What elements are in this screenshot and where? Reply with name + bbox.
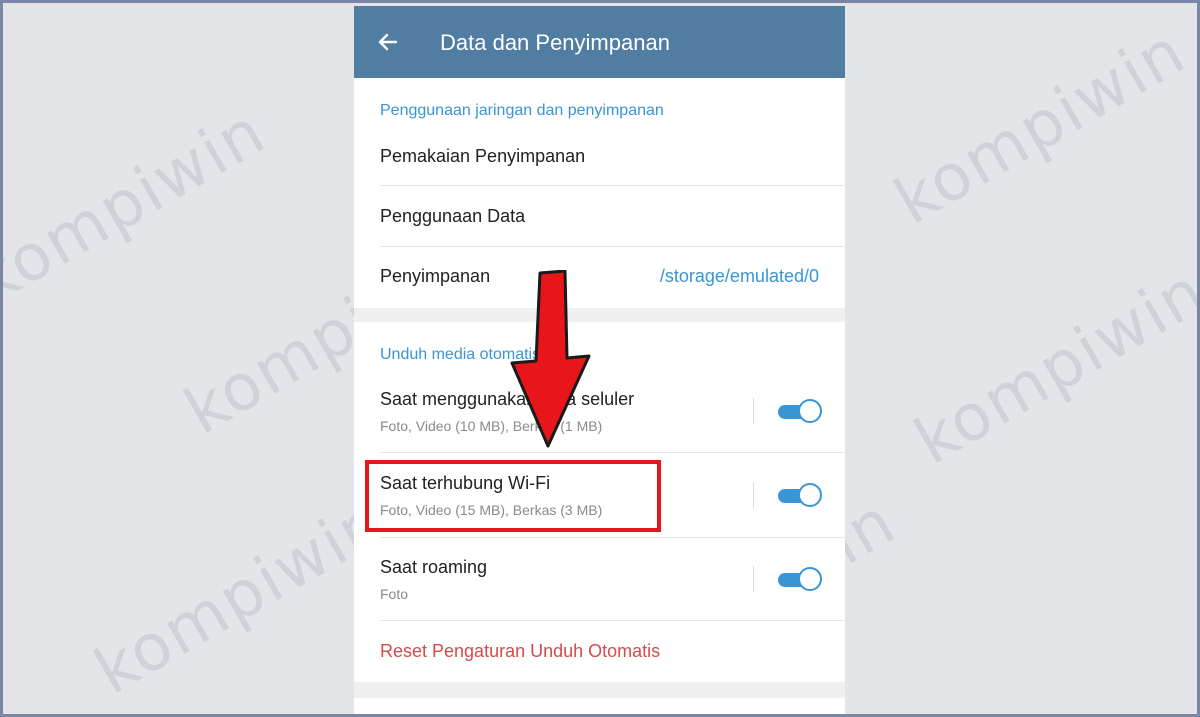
toggle-knob <box>798 567 822 591</box>
section-header-network: Penggunaan jaringan dan penyimpanan <box>380 102 664 119</box>
row-label: Penggunaan Data <box>380 206 526 226</box>
row-label: Penyimpanan <box>380 266 491 286</box>
roaming-item[interactable]: Saat roaming Foto <box>354 538 845 620</box>
toggle-knob <box>798 483 822 507</box>
phone-screen: Data dan Penyimpanan Penggunaan jaringan… <box>354 6 845 717</box>
watermark-text: kompiwin <box>83 484 399 710</box>
wifi-toggle[interactable] <box>778 483 822 507</box>
reset-autodownload-label: Reset Pengaturan Unduh Otomatis <box>380 641 661 661</box>
mobile-data-toggle[interactable] <box>778 399 822 423</box>
storage-path-value: /storage/emulated/0 <box>659 266 819 286</box>
toggle-knob <box>798 399 822 423</box>
mobile-data-item[interactable]: Saat menggunakan data seluler Foto, Vide… <box>354 372 845 452</box>
storage-usage-item[interactable]: Pemakaian Penyimpanan <box>354 126 845 186</box>
page-title: Data dan Penyimpanan <box>440 30 670 55</box>
back-arrow-icon[interactable] <box>376 30 400 54</box>
watermark-text: kompiwin <box>903 254 1200 480</box>
red-arrow-icon <box>510 270 591 448</box>
section-gap <box>354 682 845 698</box>
storage-path-item[interactable]: Penyimpanan /storage/emulated/0 <box>354 247 845 307</box>
watermark-text: kompiwin <box>883 14 1199 240</box>
section-gap <box>354 308 845 322</box>
roaming-toggle[interactable] <box>778 567 822 591</box>
row-label: Saat roaming <box>380 557 488 577</box>
app-bar: Data dan Penyimpanan <box>354 6 845 78</box>
vertical-separator <box>753 566 754 592</box>
data-usage-item[interactable]: Penggunaan Data <box>354 186 845 246</box>
reset-autodownload-item[interactable]: Reset Pengaturan Unduh Otomatis <box>354 621 845 681</box>
highlight-box <box>365 460 661 532</box>
row-subtitle: Foto <box>380 586 409 602</box>
vertical-separator <box>753 482 754 508</box>
row-label: Pemakaian Penyimpanan <box>380 146 586 166</box>
row-label: Saat menggunakan data seluler <box>380 389 635 409</box>
watermark-text: kompiwin <box>0 94 279 320</box>
vertical-separator <box>753 398 754 424</box>
